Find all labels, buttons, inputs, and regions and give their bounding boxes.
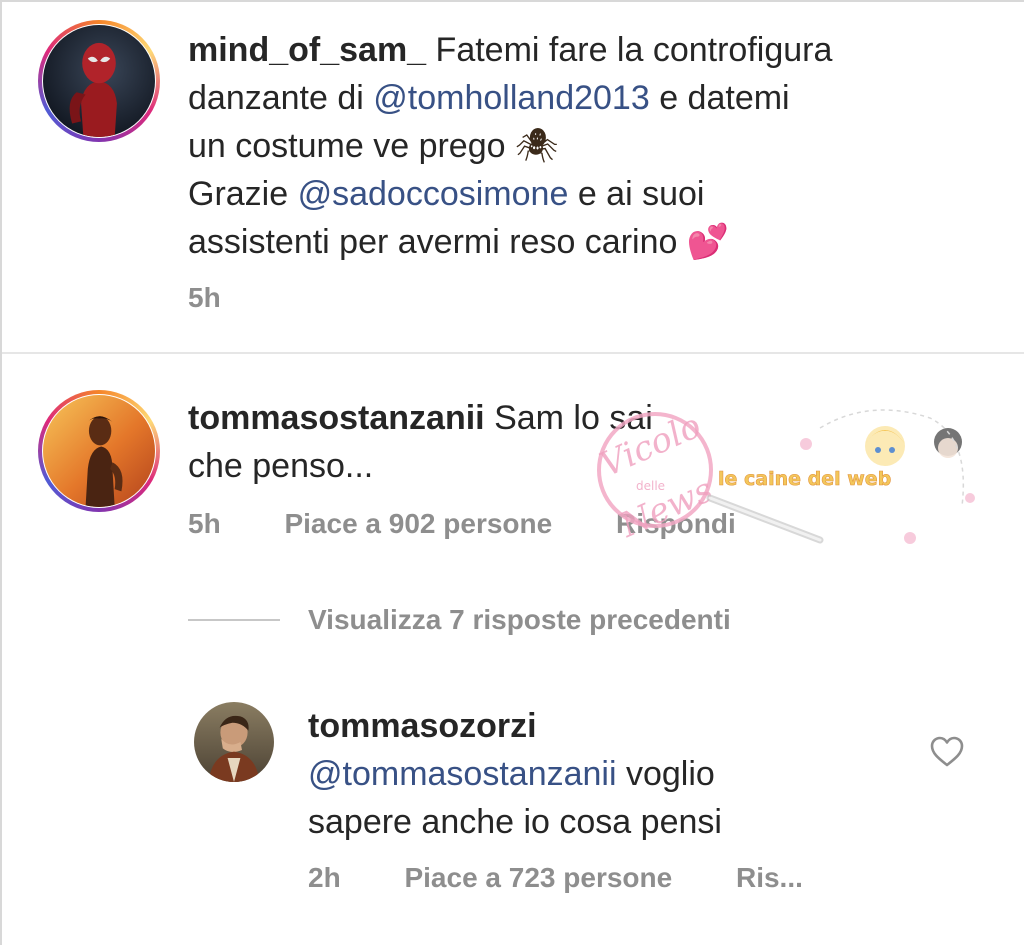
mention-link-sadoccosimone[interactable]: @sadoccosimone — [298, 175, 569, 213]
caption-line2a: danzante di — [188, 79, 364, 117]
comment2-username[interactable]: tommasozorzi — [308, 707, 537, 745]
comment2-text: tommasozorzi @tommasostanzanii voglio sa… — [308, 702, 928, 846]
comment2-likes-link[interactable]: Piace a 723 persone — [404, 862, 672, 893]
comment1-text: tommasostanzanii Sam lo sai che penso... — [188, 394, 988, 490]
comment1-username[interactable]: tommasostanzanii — [188, 399, 485, 437]
caption-line5: assistenti per avermi reso carino — [188, 223, 678, 261]
post-caption: mind_of_sam_ Fatemi fare la controfigura… — [2, 2, 1024, 354]
caption-line4b: e ai suoi — [577, 175, 705, 213]
view-replies-label[interactable]: Visualizza 7 risposte precedenti — [308, 604, 731, 636]
comment2-timestamp: 2h — [308, 862, 341, 893]
view-previous-replies-button[interactable]: Visualizza 7 risposte precedenti — [188, 604, 731, 636]
two-hearts-emoji-icon: 💕 — [686, 223, 730, 261]
caption-username[interactable]: mind_of_sam_ — [188, 31, 426, 69]
comment1-avatar[interactable] — [43, 395, 155, 507]
comment2-reply-button[interactable]: Ris... — [736, 862, 803, 893]
caption-line3: un costume ve prego — [188, 127, 506, 165]
caption-avatar[interactable] — [43, 25, 155, 137]
caption-line1: Fatemi fare la controfigura — [435, 31, 833, 69]
caption-line2b: e datemi — [659, 79, 790, 117]
mention-link-tommasostanzanii[interactable]: @tommasostanzanii — [308, 755, 617, 793]
caption-timestamp: 5h — [188, 282, 221, 313]
mention-link-tomholland[interactable]: @tomholland2013 — [373, 79, 649, 117]
comment1-reply-button[interactable]: Rispondi — [616, 508, 736, 539]
spider-emoji-icon: 🕷 — [514, 127, 559, 165]
caption-avatar-ring[interactable] — [38, 20, 160, 142]
replies-divider-line — [188, 619, 280, 621]
comment2-meta: 2h Piace a 723 persone Ris... — [308, 862, 859, 894]
comment1-likes-link[interactable]: Piace a 902 persone — [284, 508, 552, 539]
comment1-avatar-ring[interactable] — [38, 390, 160, 512]
comment1-body-line2: che penso... — [188, 447, 374, 485]
comment1-meta: 5h Piace a 902 persone Rispondi — [188, 508, 792, 540]
comment2-avatar[interactable] — [194, 702, 274, 782]
comment1-timestamp: 5h — [188, 508, 221, 539]
caption-text: mind_of_sam_ Fatemi fare la controfigura… — [188, 26, 988, 266]
caption-line4a: Grazie — [188, 175, 289, 213]
comments-screen: mind_of_sam_ Fatemi fare la controfigura… — [0, 0, 1024, 945]
comment2-body-line2: sapere anche io cosa pensi — [308, 803, 722, 841]
comment2-body-line1: voglio — [625, 755, 715, 793]
comment1-body-line1: Sam lo sai — [494, 399, 653, 437]
caption-meta: 5h — [188, 282, 277, 314]
heart-outline-icon[interactable] — [930, 736, 964, 768]
